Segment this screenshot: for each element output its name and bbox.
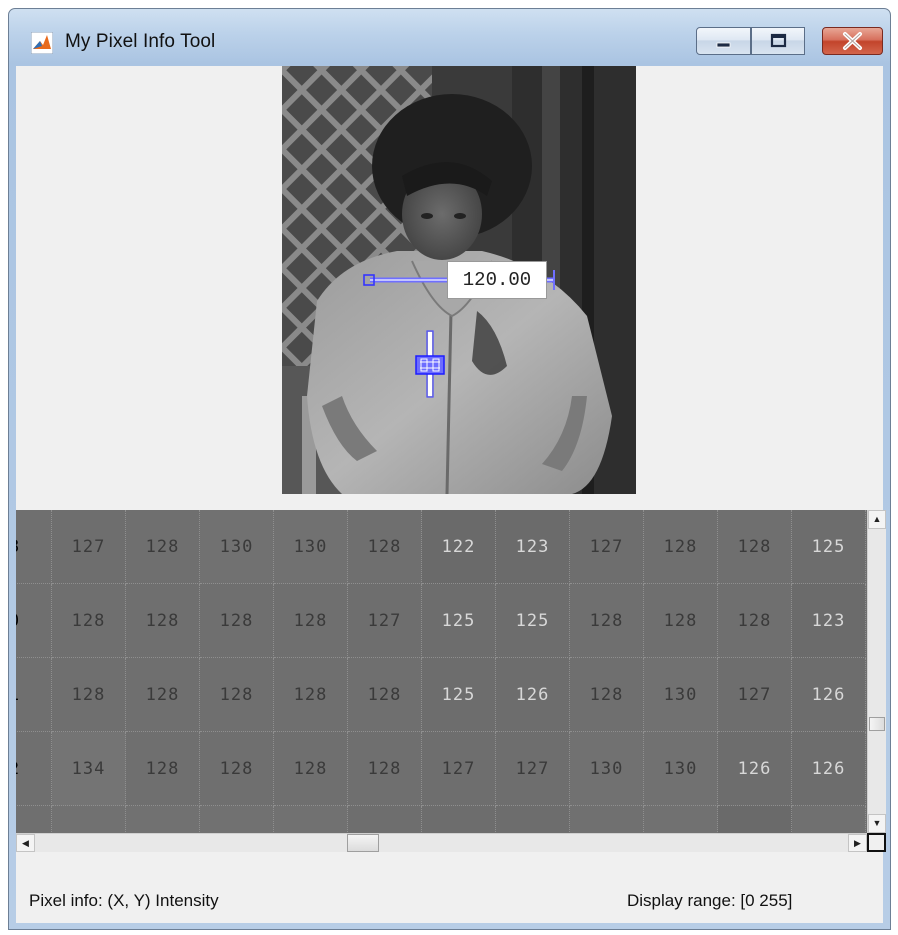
vertical-scrollbar[interactable]: ▲ ▼: [867, 510, 886, 833]
pixel-cell: 130: [200, 510, 274, 584]
pixel-cell: 1: [16, 658, 52, 732]
pixel-cell: 128: [570, 658, 644, 732]
pixel-cell: 128: [570, 584, 644, 658]
pixel-cell: 127: [718, 658, 792, 732]
pixel-cell: 126: [792, 658, 866, 732]
pixel-cell: 125: [422, 584, 496, 658]
pixel-cell: 130: [274, 806, 348, 833]
pixel-cell: 128: [274, 732, 348, 806]
pixel-cell: 123: [496, 510, 570, 584]
pixel-cell: 128: [126, 584, 200, 658]
pixel-cell: 127: [496, 732, 570, 806]
matlab-icon: [31, 32, 53, 54]
resize-corner: [867, 833, 886, 852]
pixel-cell: 131: [644, 806, 718, 833]
pixel-cell: 126: [718, 732, 792, 806]
maximize-button[interactable]: [751, 27, 805, 55]
pixel-cell: 128: [718, 584, 792, 658]
pixel-cell: 126: [496, 658, 570, 732]
pixel-cell: 129: [570, 806, 644, 833]
pixel-cell: 127: [348, 584, 422, 658]
pixel-cell: 128: [274, 658, 348, 732]
pixel-cell: 127: [422, 732, 496, 806]
pixel-cell: 127: [348, 806, 422, 833]
scroll-right-icon[interactable]: ▶: [848, 834, 867, 852]
horizontal-scrollbar[interactable]: ◀ ▶: [16, 833, 867, 852]
pixel-cell: 129: [792, 806, 866, 833]
pixel-cell: 130: [570, 732, 644, 806]
display-range-label: Display range: [0 255]: [627, 891, 793, 910]
pixel-cell: 134: [52, 732, 126, 806]
scroll-up-icon[interactable]: ▲: [868, 510, 886, 529]
pixel-cell: 125: [496, 584, 570, 658]
pixel-cell: 128: [274, 584, 348, 658]
pixel-info-label: Pixel info: (X, Y) Intensity: [29, 891, 219, 910]
pixel-cell: 130: [644, 732, 718, 806]
pixel-cell: 125: [496, 806, 570, 833]
pixel-cell: 130: [644, 658, 718, 732]
pixel-cell: 130: [200, 806, 274, 833]
pixel-cell: 128: [200, 658, 274, 732]
pixel-cell: 128: [200, 584, 274, 658]
close-icon: [843, 32, 862, 50]
pixel-cell: 122: [718, 806, 792, 833]
pixel-cell: 128: [644, 510, 718, 584]
pixel-cell: 128: [644, 584, 718, 658]
minimize-button[interactable]: [696, 27, 751, 55]
pixel-cell: 2: [16, 732, 52, 806]
pixel-cell: 128: [348, 732, 422, 806]
pixel-cell: 122: [422, 510, 496, 584]
pixel-cell: 128: [52, 658, 126, 732]
pixel-cell: 8: [16, 510, 52, 584]
pixel-cell: 127: [570, 510, 644, 584]
pixel-cell: 126: [792, 732, 866, 806]
pixel-cell: 128: [718, 510, 792, 584]
minimize-icon: [716, 42, 731, 48]
pixel-region-grid[interactable]: 8127128130130128122123127128128125012812…: [16, 510, 867, 833]
grayscale-image[interactable]: 120.00: [282, 66, 636, 494]
pixel-cell: 128: [52, 584, 126, 658]
scroll-left-icon[interactable]: ◀: [16, 834, 35, 852]
maximize-icon: [770, 33, 787, 48]
app-window: My Pixel Info Tool 120.00 127 128 130 13…: [8, 8, 891, 930]
pixel-cell: 128: [200, 732, 274, 806]
pixel-cell: 126: [422, 806, 496, 833]
pixel-cell: 130: [52, 806, 126, 833]
pixel-cell: 130: [126, 806, 200, 833]
pixel-cell: 130: [274, 510, 348, 584]
pixel-cell: 123: [792, 584, 866, 658]
pixel-cell: 128: [126, 658, 200, 732]
pixel-cell: 128: [126, 732, 200, 806]
pixel-cell: 3: [16, 806, 52, 833]
pixel-cell: 0: [16, 584, 52, 658]
vertical-scroll-thumb[interactable]: [869, 717, 885, 731]
horizontal-scroll-thumb[interactable]: [347, 834, 379, 852]
window-title: My Pixel Info Tool: [65, 31, 216, 52]
scroll-down-icon[interactable]: ▼: [868, 814, 886, 833]
pixel-cell: 128: [348, 658, 422, 732]
pixel-region-rectangle[interactable]: [282, 66, 636, 494]
pixel-cell: 127: [52, 510, 126, 584]
pixel-cell: 125: [422, 658, 496, 732]
pixel-cell: 125: [792, 510, 866, 584]
pixel-cell: 128: [348, 510, 422, 584]
close-button[interactable]: [822, 27, 883, 55]
pixel-cell: 128: [126, 510, 200, 584]
title-bar[interactable]: My Pixel Info Tool: [9, 9, 890, 66]
